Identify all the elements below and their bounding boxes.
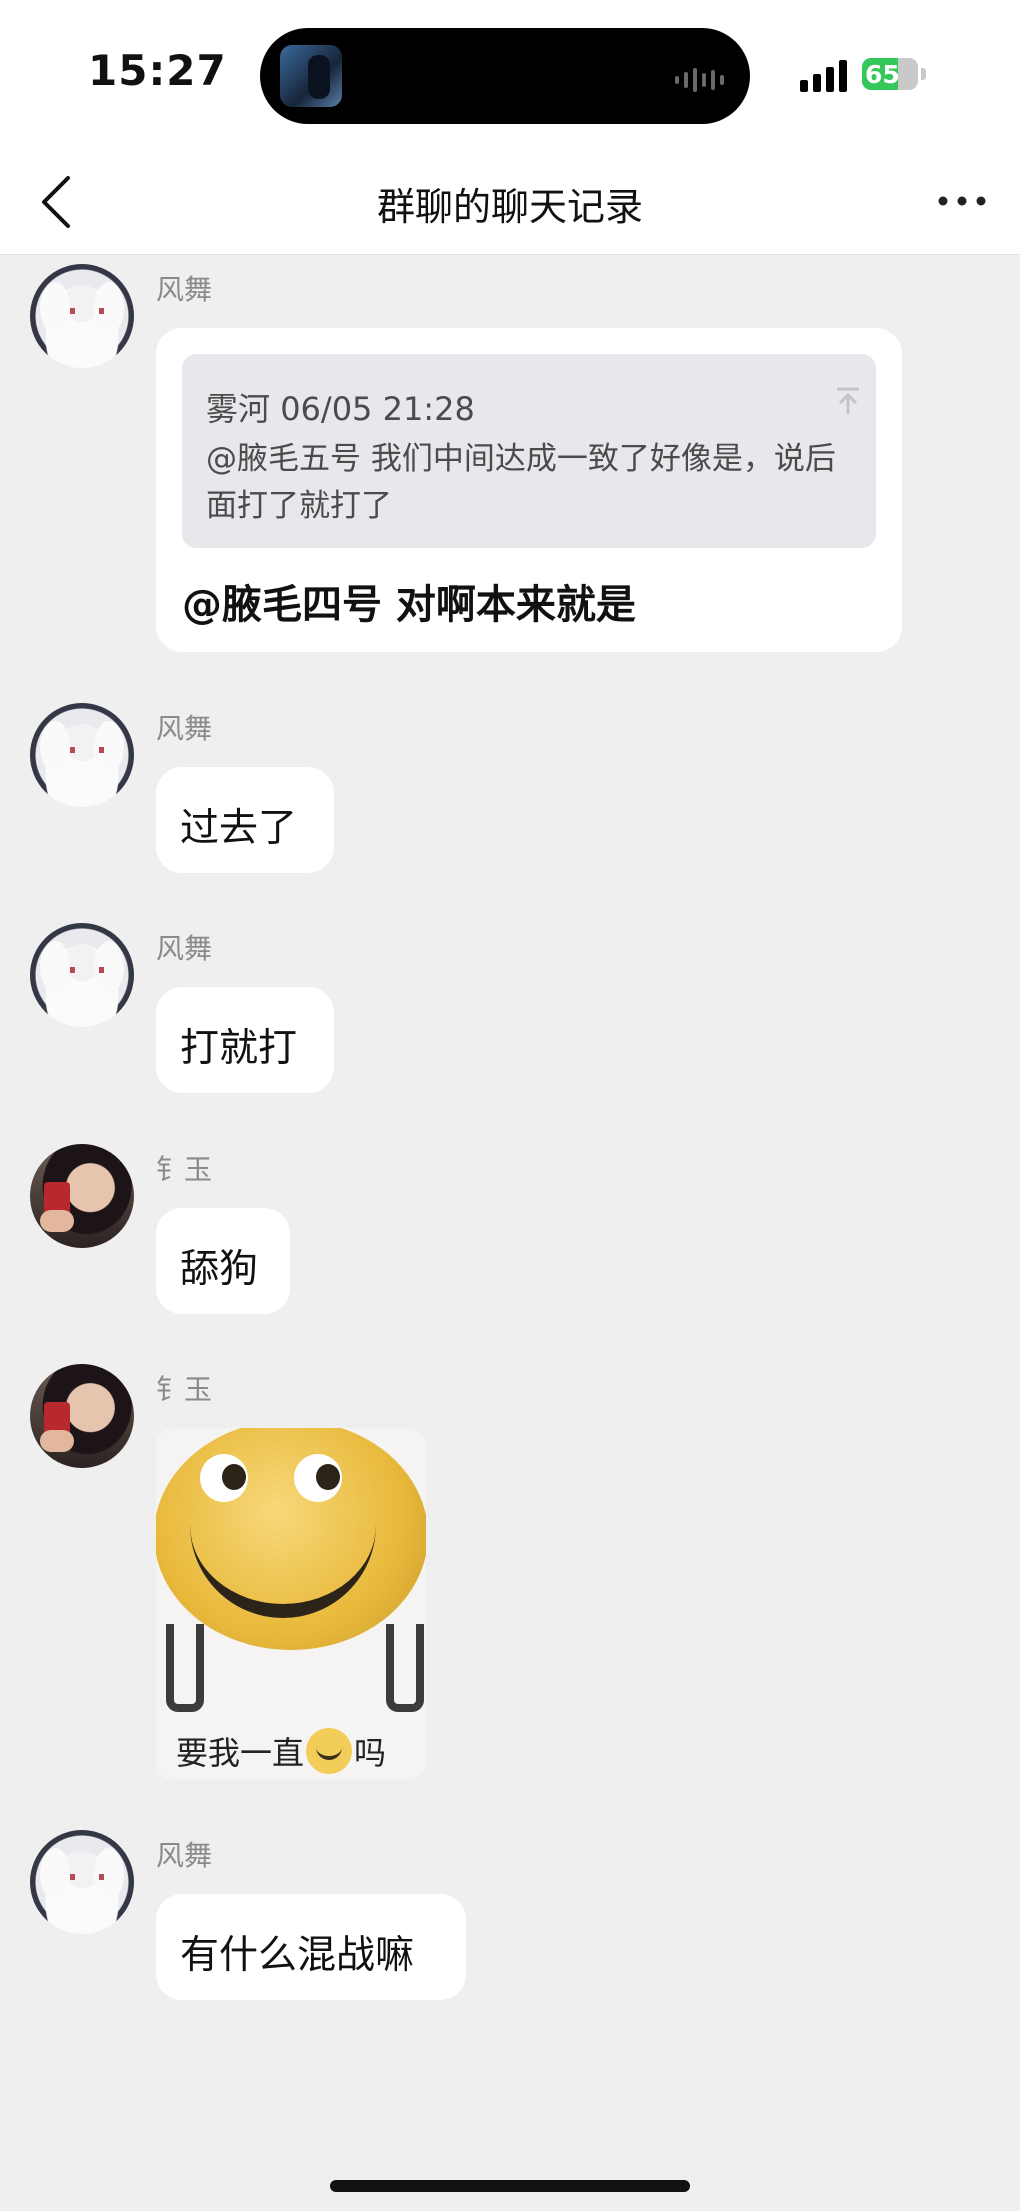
avatar[interactable] — [30, 703, 134, 807]
battery-cap — [921, 68, 926, 80]
quote-time: 06/05 21:28 — [280, 390, 475, 428]
quoted-message[interactable]: 雾河 06/05 21:28 @腋毛五号 我们中间达成一致了好像是，说后面打了就… — [182, 354, 876, 548]
caption-text: 要我一直 — [176, 1734, 305, 1772]
quote-author: 雾河 — [206, 390, 271, 428]
sender-name: 风舞 — [156, 712, 213, 745]
caption-text: 吗 — [354, 1734, 387, 1772]
audio-waveform-icon — [675, 68, 724, 92]
message-bubble[interactable]: 有什么混战嘛 — [156, 1894, 466, 2000]
smiley-face — [156, 1428, 426, 1650]
avatar[interactable] — [30, 1144, 134, 1248]
sticker-image[interactable]: 要我一直 吗 — [156, 1428, 426, 1780]
message-text: 过去了 — [180, 806, 298, 851]
message-text: 舔狗 — [180, 1247, 259, 1292]
ellipsis-icon[interactable] — [938, 194, 986, 208]
avatar[interactable] — [30, 1364, 134, 1468]
clock: 15:27 — [88, 46, 227, 95]
sender-name: 钅玉 — [156, 1153, 213, 1186]
avatar[interactable] — [30, 264, 134, 368]
sender-name: 钅玉 — [156, 1373, 213, 1406]
nav-bar: 群聊的聊天记录 — [0, 150, 1020, 255]
quote-text: @腋毛五号 我们中间达成一致了好像是，说后面打了就打了 — [206, 441, 836, 524]
status-bar: 15:27 65 — [0, 0, 1020, 150]
message-bubble[interactable]: 过去了 — [156, 767, 334, 873]
message-bubble[interactable]: 打就打 — [156, 987, 334, 1093]
battery-percent: 65 — [865, 60, 900, 89]
page-title: 群聊的聊天记录 — [376, 185, 643, 229]
avatar[interactable] — [30, 923, 134, 1027]
now-playing-artwork[interactable] — [280, 45, 342, 107]
sender-name: 风舞 — [156, 1839, 213, 1872]
smiley-icon — [306, 1728, 353, 1774]
message-text: 打就打 — [180, 1026, 298, 1071]
message-text: 有什么混战嘛 — [180, 1933, 415, 1978]
cellular-signal-icon — [800, 56, 847, 92]
home-indicator[interactable] — [330, 2180, 690, 2192]
message-bubble[interactable]: 舔狗 — [156, 1208, 290, 1314]
message-text: @腋毛四号 对啊本来就是 — [182, 582, 636, 628]
message-bubble[interactable]: 雾河 06/05 21:28 @腋毛五号 我们中间达成一致了好像是，说后面打了就… — [156, 328, 902, 652]
dynamic-island[interactable] — [260, 28, 750, 124]
scroll-to-original-icon[interactable] — [834, 386, 862, 416]
quote-header: 雾河 06/05 21:28 — [206, 384, 475, 430]
avatar[interactable] — [30, 1830, 134, 1934]
battery-icon: 65 — [862, 58, 918, 90]
sender-name: 风舞 — [156, 932, 213, 965]
sender-name: 风舞 — [156, 273, 213, 306]
sticker-caption: 要我一直 吗 — [176, 1728, 386, 1774]
